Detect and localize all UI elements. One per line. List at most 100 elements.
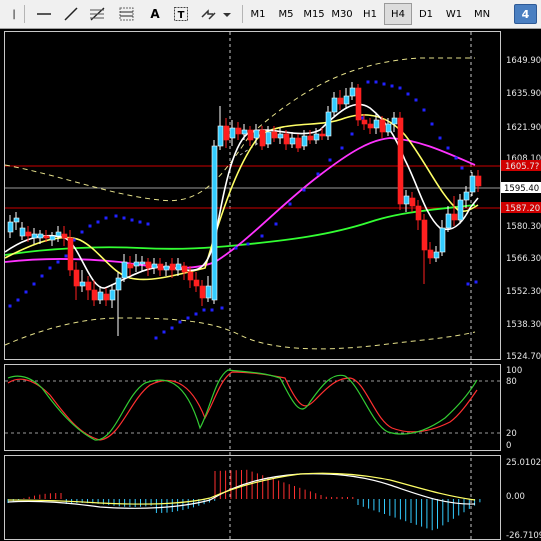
candle-body: [475, 175, 482, 187]
candle-body: [385, 123, 392, 133]
timeframe-h1[interactable]: H1: [356, 3, 384, 25]
psar-dot: [374, 80, 378, 84]
psar-dot: [460, 166, 464, 170]
horizontal-line-tool[interactable]: [33, 3, 55, 25]
candle-body: [355, 87, 362, 121]
candle-body: [265, 131, 272, 145]
psar-dot: [56, 260, 60, 264]
psar-dot: [274, 222, 278, 226]
candle-body: [253, 129, 260, 139]
candle-body: [217, 125, 224, 147]
timeframe-d1[interactable]: D1: [412, 3, 440, 25]
notification-badge[interactable]: 4: [514, 4, 537, 24]
chart-area[interactable]: 1649.90 1635.90 1621.90 1608.10 1580.30 …: [0, 30, 541, 541]
candle-body: [211, 145, 218, 301]
vertical-line-tool[interactable]: |: [8, 3, 20, 25]
psar-dot: [454, 156, 458, 160]
psar-dot: [390, 84, 394, 88]
candle-body: [199, 285, 206, 299]
timeframe-h4[interactable]: H4: [384, 3, 412, 25]
arrows-menu-button[interactable]: [198, 3, 234, 25]
psar-dot: [414, 98, 418, 102]
candle-body: [151, 263, 158, 269]
candle-body: [367, 123, 374, 129]
psar-dot: [366, 80, 370, 84]
candle-body: [295, 137, 302, 149]
candle-body: [415, 205, 422, 221]
lower-envelope: [4, 317, 476, 350]
price-label: 1552.30: [506, 287, 541, 297]
psar-dot: [316, 172, 320, 176]
toolbar-separator: [24, 5, 25, 23]
psar-dot: [438, 136, 442, 140]
timeframe-m30[interactable]: M30: [328, 3, 356, 25]
psar-dot: [88, 224, 92, 228]
candle-body: [25, 231, 32, 237]
candle-body: [7, 221, 14, 233]
psar-dot: [194, 312, 198, 316]
candle-body: [391, 117, 398, 125]
candle-body: [445, 213, 452, 229]
psar-dot: [8, 304, 12, 308]
candle-body: [319, 133, 326, 137]
main-pane-border: [4, 31, 501, 360]
psar-dot: [170, 326, 174, 330]
timeframe-mn[interactable]: MN: [468, 3, 496, 25]
candle-body: [163, 265, 170, 271]
trendline-tool[interactable]: [60, 3, 82, 25]
macd-axis: 25.0102 0.00 -26.7109: [506, 458, 541, 541]
fibonacci-tool[interactable]: [86, 3, 110, 25]
toolbar-separator: [242, 5, 243, 23]
psar-dot: [328, 158, 332, 162]
stochastic-axis: 100 80 20 0: [506, 366, 522, 451]
candle-body: [325, 111, 332, 137]
candlesticks: [7, 82, 482, 336]
candle-body: [43, 235, 50, 239]
timeframe-w1[interactable]: W1: [440, 3, 468, 25]
candle-body: [403, 195, 410, 205]
candle-body: [379, 119, 386, 133]
timeframe-m1[interactable]: M1: [244, 3, 272, 25]
candle-body: [121, 261, 128, 279]
psar-dot: [430, 122, 434, 126]
stochastic-levels: [5, 380, 500, 434]
psar-dot: [162, 330, 166, 334]
candle-body: [181, 265, 188, 273]
candle-body: [241, 129, 248, 135]
stochastic-label: 0: [506, 441, 511, 451]
psar-dot: [186, 316, 190, 320]
psar-dot: [398, 86, 402, 90]
price-label: 1621.90: [506, 123, 541, 133]
support-price-text: 1587.20: [505, 204, 540, 214]
psar-dot: [16, 298, 20, 302]
candle-body: [349, 87, 356, 97]
fibonacci-fan-tool[interactable]: [115, 3, 139, 25]
macd-histogram: [7, 469, 481, 531]
text-tool[interactable]: A: [144, 3, 166, 25]
candle-body: [397, 117, 404, 205]
psar-dot: [122, 216, 126, 220]
candle-body: [289, 137, 296, 145]
psar-dot: [210, 308, 214, 312]
psar-dot: [446, 146, 450, 150]
candle-body: [91, 289, 98, 301]
psar-dot: [246, 242, 250, 246]
candle-body: [19, 227, 26, 237]
candle-body: [451, 213, 458, 221]
macd-label: 25.0102: [506, 458, 541, 468]
candle-body: [343, 95, 350, 105]
psar-dot: [260, 234, 264, 238]
macd-label: 0.00: [506, 492, 525, 502]
candle-body: [175, 263, 182, 271]
candle-body: [127, 263, 134, 269]
psar-dot: [350, 132, 354, 136]
timeframe-m15[interactable]: M15: [300, 3, 328, 25]
period-separators: [229, 32, 472, 540]
psar-dot: [382, 82, 386, 86]
candle-body: [133, 261, 140, 267]
timeframe-m5[interactable]: M5: [272, 3, 300, 25]
psar-dot: [114, 214, 118, 218]
candle-body: [301, 135, 308, 147]
text-label-tool[interactable]: T: [170, 3, 192, 25]
candle-body: [259, 129, 266, 147]
